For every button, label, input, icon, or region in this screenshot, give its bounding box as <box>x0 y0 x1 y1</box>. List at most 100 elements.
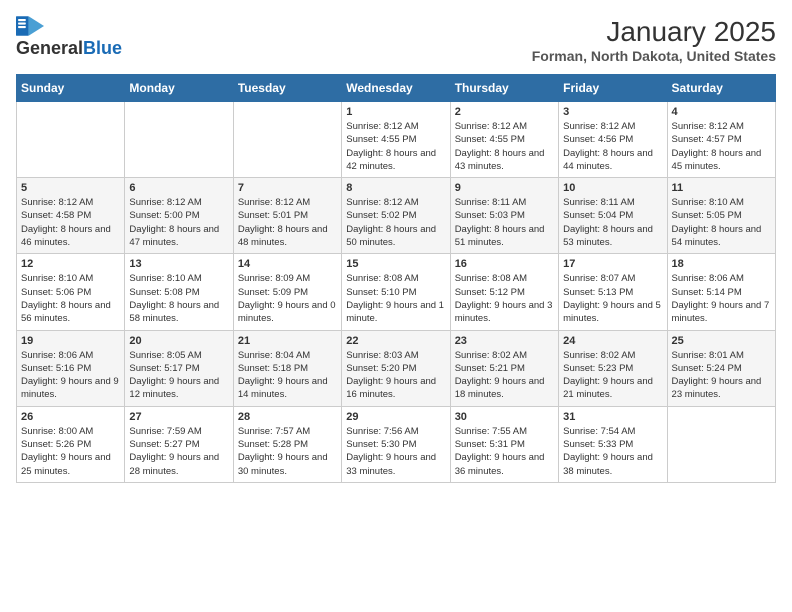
calendar-cell: 21 Sunrise: 8:04 AM Sunset: 5:18 PM Dayli… <box>233 330 341 406</box>
calendar-header: SundayMondayTuesdayWednesdayThursdayFrid… <box>17 75 776 102</box>
day-number: 25 <box>672 335 771 347</box>
calendar-cell: 2 Sunrise: 8:12 AM Sunset: 4:55 PM Daylig… <box>450 102 558 178</box>
day-number: 14 <box>238 258 337 270</box>
day-number: 8 <box>346 182 445 194</box>
calendar-week-5: 26 Sunrise: 8:00 AM Sunset: 5:26 PM Dayli… <box>17 406 776 482</box>
calendar-cell: 1Sunrise: 8:12 AM Sunset: 4:55 PM Daylig… <box>342 102 450 178</box>
day-number: 24 <box>563 335 662 347</box>
day-number: 3 <box>563 106 662 118</box>
calendar-cell <box>233 102 341 178</box>
day-number: 1 <box>346 106 445 118</box>
logo-text-general: General <box>16 38 83 59</box>
day-info: Sunrise: 8:12 AM Sunset: 5:02 PM Dayligh… <box>346 196 445 249</box>
day-number: 27 <box>129 411 228 423</box>
calendar-cell: 13Sunrise: 8:10 AM Sunset: 5:08 PM Dayli… <box>125 254 233 330</box>
day-info: Sunrise: 8:12 AM Sunset: 4:55 PM Dayligh… <box>455 120 554 173</box>
day-info: Sunrise: 8:11 AM Sunset: 5:04 PM Dayligh… <box>563 196 662 249</box>
calendar-cell: 28 Sunrise: 7:57 AM Sunset: 5:28 PM Dayli… <box>233 406 341 482</box>
day-info: Sunrise: 8:07 AM Sunset: 5:13 PM Dayligh… <box>563 272 662 325</box>
day-number: 23 <box>455 335 554 347</box>
calendar-week-4: 19 Sunrise: 8:06 AM Sunset: 5:16 PM Dayli… <box>17 330 776 406</box>
day-info: Sunrise: 8:12 AM Sunset: 4:57 PM Dayligh… <box>672 120 771 173</box>
calendar-cell: 20 Sunrise: 8:05 AM Sunset: 5:17 PM Dayli… <box>125 330 233 406</box>
calendar-cell <box>667 406 775 482</box>
day-info: Sunrise: 8:01 AM Sunset: 5:24 PM Dayligh… <box>672 349 771 402</box>
day-info: Sunrise: 7:56 AM Sunset: 5:30 PM Dayligh… <box>346 425 445 478</box>
day-number: 11 <box>672 182 771 194</box>
calendar-week-3: 12 Sunrise: 8:10 AM Sunset: 5:06 PM Dayli… <box>17 254 776 330</box>
weekday-header-row: SundayMondayTuesdayWednesdayThursdayFrid… <box>17 75 776 102</box>
day-number: 31 <box>563 411 662 423</box>
day-info: Sunrise: 8:11 AM Sunset: 5:03 PM Dayligh… <box>455 196 554 249</box>
calendar-cell: 24 Sunrise: 8:02 AM Sunset: 5:23 PM Dayli… <box>559 330 667 406</box>
weekday-header-saturday: Saturday <box>667 75 775 102</box>
day-info: Sunrise: 8:06 AM Sunset: 5:16 PM Dayligh… <box>21 349 120 402</box>
day-number: 2 <box>455 106 554 118</box>
day-number: 7 <box>238 182 337 194</box>
day-number: 15 <box>346 258 445 270</box>
day-info: Sunrise: 7:57 AM Sunset: 5:28 PM Dayligh… <box>238 425 337 478</box>
main-title: January 2025 <box>532 16 776 48</box>
day-number: 30 <box>455 411 554 423</box>
day-info: Sunrise: 8:09 AM Sunset: 5:09 PM Dayligh… <box>238 272 337 325</box>
calendar-cell: 30Sunrise: 7:55 AM Sunset: 5:31 PM Dayli… <box>450 406 558 482</box>
day-number: 16 <box>455 258 554 270</box>
calendar-cell: 18Sunrise: 8:06 AM Sunset: 5:14 PM Dayli… <box>667 254 775 330</box>
calendar-cell: 22 Sunrise: 8:03 AM Sunset: 5:20 PM Dayli… <box>342 330 450 406</box>
day-info: Sunrise: 7:59 AM Sunset: 5:27 PM Dayligh… <box>129 425 228 478</box>
calendar-cell: 17 Sunrise: 8:07 AM Sunset: 5:13 PM Dayli… <box>559 254 667 330</box>
day-number: 20 <box>129 335 228 347</box>
day-number: 29 <box>346 411 445 423</box>
calendar-cell: 25 Sunrise: 8:01 AM Sunset: 5:24 PM Dayli… <box>667 330 775 406</box>
day-number: 21 <box>238 335 337 347</box>
weekday-header-wednesday: Wednesday <box>342 75 450 102</box>
day-info: Sunrise: 8:03 AM Sunset: 5:20 PM Dayligh… <box>346 349 445 402</box>
calendar-cell: 11Sunrise: 8:10 AM Sunset: 5:05 PM Dayli… <box>667 178 775 254</box>
weekday-header-thursday: Thursday <box>450 75 558 102</box>
day-info: Sunrise: 8:00 AM Sunset: 5:26 PM Dayligh… <box>21 425 120 478</box>
day-info: Sunrise: 8:05 AM Sunset: 5:17 PM Dayligh… <box>129 349 228 402</box>
day-number: 28 <box>238 411 337 423</box>
day-number: 18 <box>672 258 771 270</box>
day-info: Sunrise: 8:08 AM Sunset: 5:12 PM Dayligh… <box>455 272 554 325</box>
weekday-header-tuesday: Tuesday <box>233 75 341 102</box>
calendar-cell: 12 Sunrise: 8:10 AM Sunset: 5:06 PM Dayli… <box>17 254 125 330</box>
calendar-cell: 9 Sunrise: 8:11 AM Sunset: 5:03 PM Daylig… <box>450 178 558 254</box>
calendar-cell: 14 Sunrise: 8:09 AM Sunset: 5:09 PM Dayli… <box>233 254 341 330</box>
day-info: Sunrise: 8:12 AM Sunset: 5:01 PM Dayligh… <box>238 196 337 249</box>
calendar-table: SundayMondayTuesdayWednesdayThursdayFrid… <box>16 74 776 483</box>
calendar-cell: 7 Sunrise: 8:12 AM Sunset: 5:01 PM Daylig… <box>233 178 341 254</box>
calendar-cell: 15 Sunrise: 8:08 AM Sunset: 5:10 PM Dayli… <box>342 254 450 330</box>
calendar-cell: 4 Sunrise: 8:12 AM Sunset: 4:57 PM Daylig… <box>667 102 775 178</box>
calendar-cell: 26 Sunrise: 8:00 AM Sunset: 5:26 PM Dayli… <box>17 406 125 482</box>
day-number: 12 <box>21 258 120 270</box>
calendar-cell: 19 Sunrise: 8:06 AM Sunset: 5:16 PM Dayli… <box>17 330 125 406</box>
calendar-cell <box>125 102 233 178</box>
day-number: 22 <box>346 335 445 347</box>
day-info: Sunrise: 8:12 AM Sunset: 4:58 PM Dayligh… <box>21 196 120 249</box>
day-info: Sunrise: 8:12 AM Sunset: 5:00 PM Dayligh… <box>129 196 228 249</box>
day-number: 6 <box>129 182 228 194</box>
day-number: 9 <box>455 182 554 194</box>
calendar-body: 1 Sunrise: 8:12 AM Sunset: 4:55 PM Daylig… <box>17 102 776 483</box>
day-number: 26 <box>21 411 120 423</box>
day-number: 4 <box>672 106 771 118</box>
day-info: Sunrise: 8:04 AM Sunset: 5:18 PM Dayligh… <box>238 349 337 402</box>
day-number: 10 <box>563 182 662 194</box>
day-info: Sunrise: 8:08 AM Sunset: 5:10 PM Dayligh… <box>346 272 445 325</box>
day-info: Sunrise: 8:10 AM Sunset: 5:08 PM Dayligh… <box>129 272 228 325</box>
page-header: General Blue January 2025 Forman, North … <box>16 16 776 64</box>
day-number: 17 <box>563 258 662 270</box>
day-info: Sunrise: 8:10 AM Sunset: 5:06 PM Dayligh… <box>21 272 120 325</box>
calendar-cell: 27 Sunrise: 7:59 AM Sunset: 5:27 PM Dayli… <box>125 406 233 482</box>
weekday-header-sunday: Sunday <box>17 75 125 102</box>
calendar-cell: 10 Sunrise: 8:11 AM Sunset: 5:04 PM Dayli… <box>559 178 667 254</box>
weekday-header-friday: Friday <box>559 75 667 102</box>
calendar-cell: 31Sunrise: 7:54 AM Sunset: 5:33 PM Dayli… <box>559 406 667 482</box>
weekday-header-monday: Monday <box>125 75 233 102</box>
day-info: Sunrise: 8:02 AM Sunset: 5:23 PM Dayligh… <box>563 349 662 402</box>
calendar-cell: 16 Sunrise: 8:08 AM Sunset: 5:12 PM Dayli… <box>450 254 558 330</box>
calendar-cell: 8 Sunrise: 8:12 AM Sunset: 5:02 PM Daylig… <box>342 178 450 254</box>
calendar-cell: 6 Sunrise: 8:12 AM Sunset: 5:00 PM Daylig… <box>125 178 233 254</box>
day-number: 19 <box>21 335 120 347</box>
